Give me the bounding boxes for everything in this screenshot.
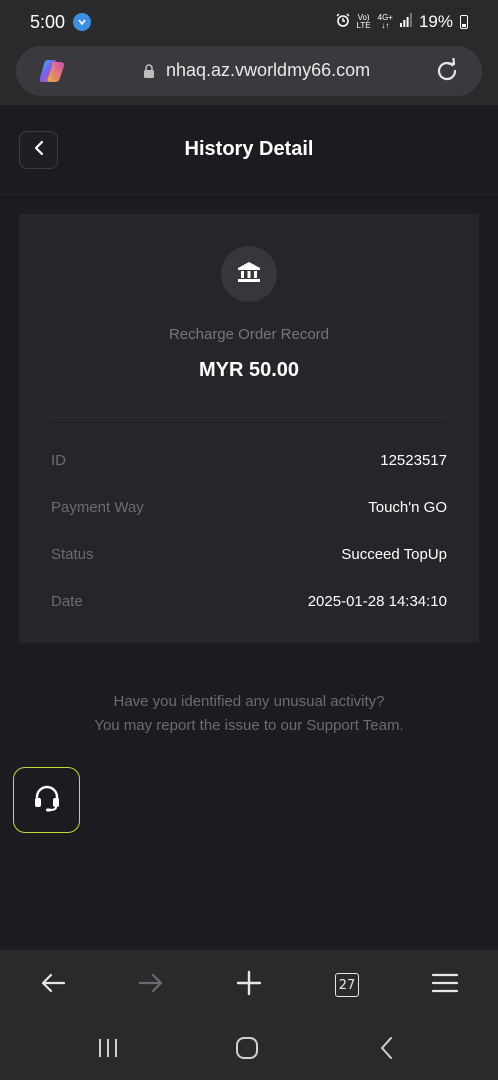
record-type-label: Recharge Order Record (168, 326, 330, 343)
hamburger-menu-icon (431, 972, 459, 999)
detail-row-status: Status Succeed TopUp (51, 542, 447, 566)
detail-row-payment-way: Payment Way Touch'n GO (51, 495, 447, 519)
arrow-left-icon (40, 972, 66, 999)
plus-icon (236, 970, 262, 1001)
browser-forward-button[interactable] (136, 970, 166, 1000)
recent-apps-button[interactable] (94, 1036, 122, 1064)
network-type-bottom: ↓↑ (381, 21, 390, 30)
browser-back-button[interactable] (38, 970, 68, 1000)
status-bar: 5:00 Vo) LTE 4G+ ↓↑ 19% (0, 0, 498, 44)
browser-toolbar: 27 (0, 950, 498, 1020)
new-tab-button[interactable] (234, 970, 264, 1000)
detail-label: Payment Way (51, 498, 144, 516)
system-navigation-bar (0, 1020, 498, 1080)
detail-value: 12523517 (380, 451, 447, 469)
bank-icon (237, 261, 261, 288)
detail-row-id: ID 12523517 (51, 448, 447, 472)
page-title: History Detail (184, 138, 314, 160)
lock-icon (143, 64, 155, 78)
notification-app-icon (73, 13, 92, 31)
copilot-icon[interactable] (38, 58, 66, 84)
home-button[interactable] (233, 1036, 261, 1064)
volte-bottom: LTE (356, 21, 371, 30)
url-pill[interactable]: nhaq.az.vworldmy66.com (16, 46, 482, 96)
battery-percent: 19% (418, 12, 453, 31)
history-detail-card: Recharge Order Record MYR 50.00 ID 12523… (19, 214, 479, 643)
chevron-left-icon (379, 1036, 395, 1065)
headset-icon (32, 783, 62, 818)
status-time: 5:00 (30, 11, 66, 32)
status-right: Vo) LTE 4G+ ↓↑ 19% (336, 12, 468, 32)
signal-icon (399, 12, 412, 32)
detail-label: Status (51, 545, 94, 563)
alarm-icon (336, 13, 350, 32)
divider (51, 417, 447, 418)
support-button[interactable] (13, 767, 80, 833)
detail-row-date: Date 2025-01-28 14:34:10 (51, 589, 447, 613)
bank-icon-circle (221, 246, 277, 302)
network-type-indicator: 4G+ ↓↑ (378, 14, 393, 30)
detail-label: ID (51, 451, 66, 469)
record-amount: MYR 50.00 (198, 359, 300, 381)
notice-line-1: Have you identified any unusual activity… (113, 693, 385, 710)
detail-value: Succeed TopUp (341, 545, 447, 563)
page-header: History Detail (0, 105, 498, 195)
detail-label: Date (51, 592, 83, 610)
recent-apps-icon (97, 1038, 119, 1063)
home-icon (235, 1036, 259, 1065)
detail-value: Touch'n GO (368, 498, 447, 516)
status-left: 5:00 (30, 11, 92, 33)
battery-icon (460, 15, 468, 29)
tabs-button[interactable]: 27 (332, 970, 362, 1000)
system-back-button[interactable] (373, 1036, 401, 1064)
browser-address-bar: nhaq.az.vworldmy66.com (0, 44, 498, 105)
browser-menu-button[interactable] (430, 970, 460, 1000)
volte-indicator: Vo) LTE (357, 14, 371, 30)
arrow-right-icon (138, 972, 164, 999)
support-notice: Have you identified any unusual activity… (0, 690, 498, 738)
tab-count: 27 (335, 973, 359, 997)
notice-line-2: You may report the issue to our Support … (94, 717, 404, 734)
detail-value: 2025-01-28 14:34:10 (307, 592, 447, 610)
url-text[interactable]: nhaq.az.vworldmy66.com (166, 60, 370, 81)
reload-icon[interactable] (434, 57, 460, 84)
